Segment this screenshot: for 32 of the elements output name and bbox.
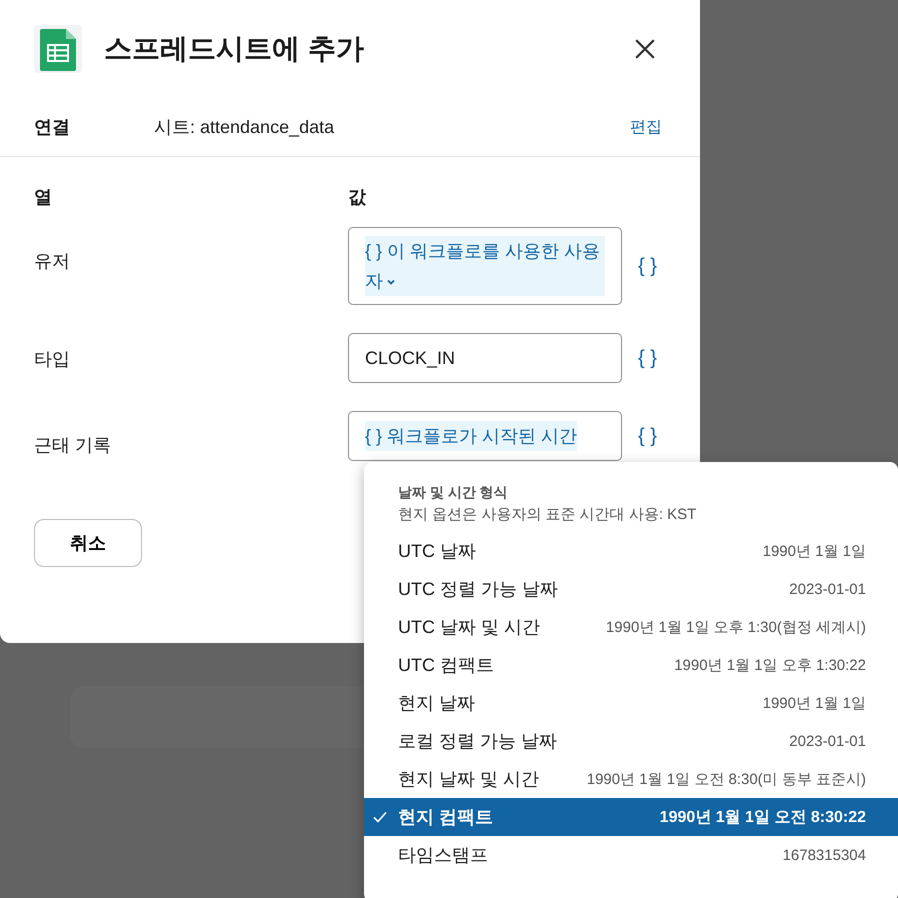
menu-item[interactable]: 타임스탬프 1678315304 xyxy=(364,836,898,874)
field-label: 유저 xyxy=(34,250,71,273)
dialog-title: 스프레드시트에 추가 xyxy=(104,32,365,66)
insert-variable-button[interactable]: { } xyxy=(634,254,661,278)
variable-token[interactable]: { } 워크플로가 시작된 시간 xyxy=(365,421,578,451)
column-header: 열 xyxy=(34,186,53,209)
menu-subtitle: 현지 옵션은 사용자의 표준 시간대 사용: KST xyxy=(397,505,698,524)
spreadsheet-icon xyxy=(34,25,82,73)
checkmark-icon xyxy=(372,809,388,825)
menu-title: 날짜 및 시간 형식 xyxy=(397,484,509,502)
value-field[interactable]: CLOCK_IN xyxy=(348,333,622,383)
menu-item[interactable]: 현지 날짜 및 시간 1990년 1월 1일 오전 8:30(미 동부 표준시) xyxy=(364,760,898,798)
menu-item[interactable]: 현지 컴팩트 1990년 1월 1일 오전 8:30:22 xyxy=(364,798,898,836)
insert-variable-button[interactable]: { } xyxy=(634,346,661,370)
menu-item[interactable]: UTC 컴팩트 1990년 1월 1일 오후 1:30:22 xyxy=(364,646,898,684)
connection-value: 시트: attendance_data xyxy=(154,116,336,139)
value-field[interactable]: { } 워크플로가 시작된 시간 xyxy=(348,411,622,461)
menu-item[interactable]: UTC 날짜 1990년 1월 1일 xyxy=(364,532,898,570)
connection-label: 연결 xyxy=(34,116,71,139)
insert-variable-button[interactable]: { } xyxy=(634,424,661,448)
field-label: 근태 기록 xyxy=(34,434,112,457)
menu-item[interactable]: 현지 날짜 1990년 1월 1일 xyxy=(364,684,898,722)
value-header: 값 xyxy=(348,186,367,209)
menu-item[interactable]: UTC 날짜 및 시간 1990년 1월 1일 오후 1:30(협정 세계시) xyxy=(364,608,898,646)
field-label: 타입 xyxy=(34,348,71,371)
chevron-icon xyxy=(386,277,396,287)
cancel-button[interactable]: 취소 xyxy=(34,519,142,567)
edit-link[interactable]: 편집 xyxy=(630,116,662,138)
variable-token[interactable]: { } 이 워크플로를 사용한 사용자 xyxy=(365,236,605,296)
menu-item[interactable]: UTC 정렬 가능 날짜 2023-01-01 xyxy=(364,570,898,608)
value-field[interactable]: { } 이 워크플로를 사용한 사용자 xyxy=(348,227,622,305)
menu-item[interactable]: 로컬 정렬 가능 날짜 2023-01-01 xyxy=(364,722,898,760)
